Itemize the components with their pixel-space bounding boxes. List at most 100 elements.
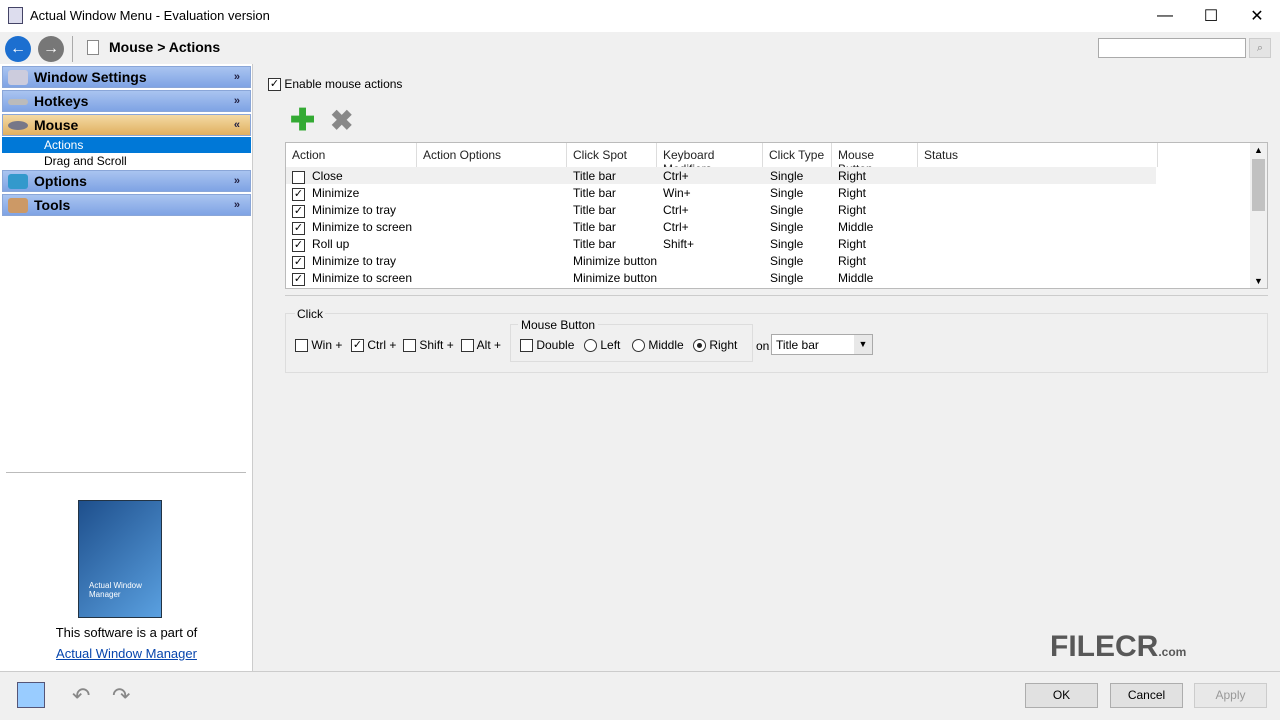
minimize-button[interactable]: — (1142, 0, 1188, 32)
section-window-settings[interactable]: Window Settings» (2, 66, 251, 88)
scroll-down-icon[interactable]: ▼ (1254, 276, 1263, 286)
cancel-button[interactable]: Cancel (1110, 683, 1183, 708)
title-bar: Actual Window Menu - Evaluation version … (0, 0, 1280, 32)
chevron-down-icon: » (234, 171, 240, 191)
redo-icon[interactable]: ↷ (112, 683, 130, 709)
column-header[interactable]: Keyboard Modifiers (657, 143, 763, 167)
shift-checkbox[interactable]: Shift + (403, 338, 454, 352)
right-radio[interactable]: Right (693, 338, 737, 352)
section-label: Mouse (34, 117, 78, 133)
cell-modifiers: Ctrl+ (663, 169, 689, 183)
cell-action: Minimize to tray (312, 203, 396, 217)
chevron-down-icon: ▼ (854, 335, 872, 354)
section-mouse[interactable]: Mouse « (2, 114, 251, 136)
column-header[interactable]: Mouse Button (832, 143, 918, 167)
left-radio[interactable]: Left (584, 338, 620, 352)
table-row[interactable]: ✓ Minimize to screen Title bar Ctrl+ Sin… (286, 218, 1156, 235)
alt-checkbox[interactable]: Alt + (461, 338, 501, 352)
cell-click-spot: Minimize button (573, 254, 657, 268)
vertical-scrollbar[interactable]: ▲ ▼ (1250, 143, 1267, 288)
tools-icon (8, 198, 28, 213)
column-header[interactable]: Click Spot (567, 143, 657, 167)
cell-click-spot: Title bar (573, 220, 616, 234)
cell-action: Roll up (312, 237, 349, 251)
scroll-up-icon[interactable]: ▲ (1254, 145, 1263, 155)
box-label: Actual Window Manager (89, 581, 161, 599)
help-icon[interactable] (17, 682, 45, 708)
click-legend: Click (295, 307, 325, 321)
table-row[interactable]: Close Title bar Ctrl+ Single Right (286, 167, 1156, 184)
cell-mouse-button: Right (838, 169, 866, 183)
close-button[interactable]: ✕ (1234, 0, 1280, 32)
section-hotkeys[interactable]: Hotkeys » (2, 90, 251, 112)
column-header[interactable]: Status (918, 143, 1158, 167)
cell-click-type: Single (770, 237, 803, 251)
watermark-logo: FILECR.com (1050, 630, 1186, 664)
table-row[interactable]: ✓ Minimize to screen Minimize button Sin… (286, 269, 1156, 286)
cell-click-type: Single (770, 169, 803, 183)
table-row[interactable]: ✓ Minimize to tray Title bar Ctrl+ Singl… (286, 201, 1156, 218)
section-options[interactable]: Options» (2, 170, 251, 192)
cell-mouse-button: Middle (838, 271, 873, 285)
section-tools[interactable]: Tools» (2, 194, 251, 216)
cell-click-type: Single (770, 186, 803, 200)
enable-mouse-actions-checkbox[interactable]: ✓ Enable mouse actions (268, 77, 402, 91)
cell-click-type: Single (770, 271, 803, 285)
middle-radio[interactable]: Middle (632, 338, 684, 352)
cell-click-spot: Minimize button (573, 271, 657, 285)
chevron-up-icon: « (234, 115, 240, 135)
table-row[interactable]: ✓ Minimize to tray Minimize button Singl… (286, 252, 1156, 269)
section-label: Hotkeys (34, 93, 88, 109)
cell-click-type: Single (770, 220, 803, 234)
breadcrumb: Mouse > Actions (109, 39, 220, 55)
cell-modifiers: Shift+ (663, 237, 694, 251)
cell-click-type: Single (770, 254, 803, 268)
watermark-text: FILECR (1050, 630, 1158, 663)
sidebar-item-drag-and-scroll[interactable]: Drag and Scroll (2, 153, 251, 169)
label: Left (600, 338, 620, 352)
ok-button[interactable]: OK (1025, 683, 1098, 708)
enable-label: Enable mouse actions (284, 77, 402, 91)
product-link[interactable]: Actual Window Manager (0, 646, 253, 661)
label: Ctrl + (367, 338, 396, 352)
cell-mouse-button: Right (838, 237, 866, 251)
column-header[interactable]: Action (286, 143, 417, 167)
cell-click-spot: Title bar (573, 203, 616, 217)
add-icon[interactable]: ✚ (290, 108, 315, 134)
cell-click-type: Single (770, 203, 803, 217)
back-button[interactable]: ← (5, 36, 31, 62)
table-row[interactable]: ✓ Roll up Title bar Shift+ Single Right (286, 235, 1156, 252)
column-header[interactable]: Action Options (417, 143, 567, 167)
forward-button[interactable]: → (38, 36, 64, 62)
table-row[interactable]: ✓ Minimize Title bar Win+ Single Right (286, 184, 1156, 201)
label: Right (709, 338, 737, 352)
search-input[interactable] (1098, 38, 1246, 58)
chevron-down-icon: » (234, 195, 240, 215)
cell-modifiers: Ctrl+ (663, 220, 689, 234)
click-spot-select[interactable]: Title bar▼ (771, 334, 873, 355)
promo-text: This software is a part of (0, 625, 253, 640)
window-title: Actual Window Menu - Evaluation version (30, 8, 270, 23)
double-checkbox[interactable]: Double (520, 338, 574, 352)
sidebar-separator (6, 472, 246, 473)
cell-click-spot: Title bar (573, 237, 616, 251)
window-settings-icon (8, 70, 28, 85)
scroll-thumb[interactable] (1252, 159, 1265, 211)
chevron-down-icon: » (234, 91, 240, 111)
apply-button[interactable]: Apply (1194, 683, 1267, 708)
product-box-image: Actual Window Manager (78, 500, 162, 618)
mouse-icon (8, 121, 28, 130)
keyboard-icon (8, 99, 28, 105)
label: Shift + (419, 338, 453, 352)
actions-list: Action Action Options Click Spot Keyboar… (285, 142, 1268, 289)
ctrl-checkbox[interactable]: ✓ Ctrl + (351, 338, 396, 352)
column-header[interactable]: Click Type (763, 143, 832, 167)
sidebar-item-actions[interactable]: Actions (2, 137, 251, 153)
label: Middle (648, 338, 683, 352)
search-button[interactable]: ⌕ (1249, 38, 1271, 58)
cell-modifiers: Ctrl+ (663, 203, 689, 217)
undo-icon[interactable]: ↶ (72, 683, 90, 709)
maximize-button[interactable]: ☐ (1188, 0, 1234, 32)
win-checkbox[interactable]: Win + (295, 338, 342, 352)
delete-icon[interactable]: ✖ (330, 108, 353, 134)
